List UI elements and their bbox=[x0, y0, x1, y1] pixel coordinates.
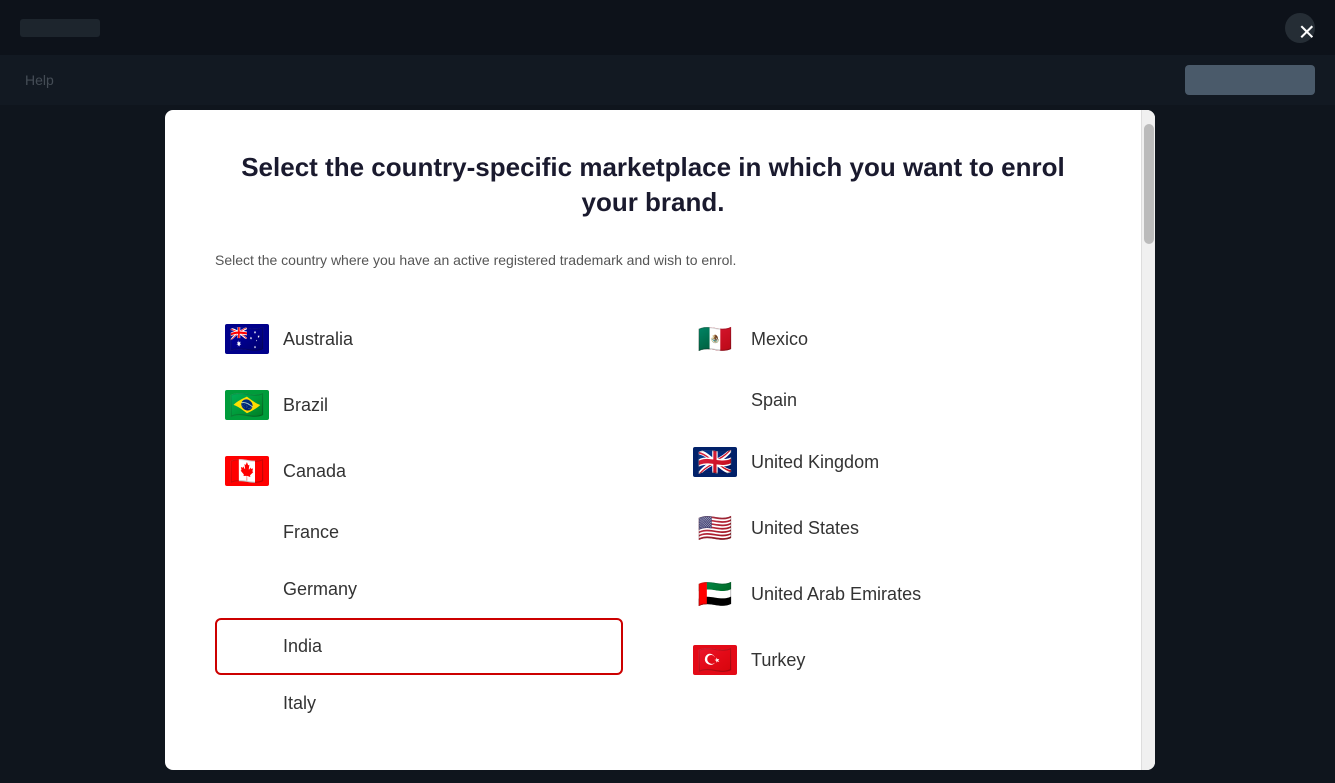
countries-grid: Australia Brazil Canada France bbox=[215, 306, 1091, 732]
country-item-br[interactable]: Brazil bbox=[215, 372, 623, 438]
modal-scrollbar[interactable] bbox=[1141, 110, 1155, 770]
country-name-es: Spain bbox=[751, 390, 797, 411]
country-item-mx[interactable]: Mexico bbox=[683, 306, 1091, 372]
country-selection-modal: Select the country-specific marketplace … bbox=[165, 110, 1155, 770]
flag-mexico bbox=[693, 324, 737, 354]
close-button[interactable]: × bbox=[1299, 18, 1315, 46]
country-name-br: Brazil bbox=[283, 395, 328, 416]
flag-uae bbox=[693, 579, 737, 609]
country-name-uae: United Arab Emirates bbox=[751, 584, 921, 605]
country-item-au[interactable]: Australia bbox=[215, 306, 623, 372]
country-item-fr[interactable]: France bbox=[215, 504, 623, 561]
country-item-de[interactable]: Germany bbox=[215, 561, 623, 618]
scrollbar-thumb[interactable] bbox=[1144, 124, 1154, 244]
country-name-it: Italy bbox=[283, 693, 316, 714]
modal-subtitle: Select the country where you have an act… bbox=[215, 250, 1091, 271]
country-name-ca: Canada bbox=[283, 461, 346, 482]
country-item-ca[interactable]: Canada bbox=[215, 438, 623, 504]
countries-right-column: Mexico Spain United Kingdom Un bbox=[683, 306, 1091, 732]
country-name-de: Germany bbox=[283, 579, 357, 600]
country-item-uk[interactable]: United Kingdom bbox=[683, 429, 1091, 495]
country-name-au: Australia bbox=[283, 329, 353, 350]
country-name-in: India bbox=[283, 636, 322, 657]
countries-left-column: Australia Brazil Canada France bbox=[215, 306, 623, 732]
country-name-fr: France bbox=[283, 522, 339, 543]
modal-title: Select the country-specific marketplace … bbox=[215, 150, 1091, 220]
country-item-in[interactable]: India bbox=[215, 618, 623, 675]
top-right-button[interactable] bbox=[1185, 65, 1315, 95]
flag-australia bbox=[225, 324, 269, 354]
country-name-us: United States bbox=[751, 518, 859, 539]
country-item-us[interactable]: United States bbox=[683, 495, 1091, 561]
flag-canada bbox=[225, 456, 269, 486]
modal-scrollable-content[interactable]: Select the country-specific marketplace … bbox=[165, 110, 1141, 770]
country-name-tr: Turkey bbox=[751, 650, 805, 671]
flag-turkey bbox=[693, 645, 737, 675]
country-name-uk: United Kingdom bbox=[751, 452, 879, 473]
flag-brazil bbox=[225, 390, 269, 420]
flag-united-kingdom bbox=[693, 447, 737, 477]
country-item-uae[interactable]: United Arab Emirates bbox=[683, 561, 1091, 627]
country-name-mx: Mexico bbox=[751, 329, 808, 350]
country-item-it[interactable]: Italy bbox=[215, 675, 623, 732]
country-item-es[interactable]: Spain bbox=[683, 372, 1091, 429]
flag-united-states bbox=[693, 513, 737, 543]
country-item-tr[interactable]: Turkey bbox=[683, 627, 1091, 693]
